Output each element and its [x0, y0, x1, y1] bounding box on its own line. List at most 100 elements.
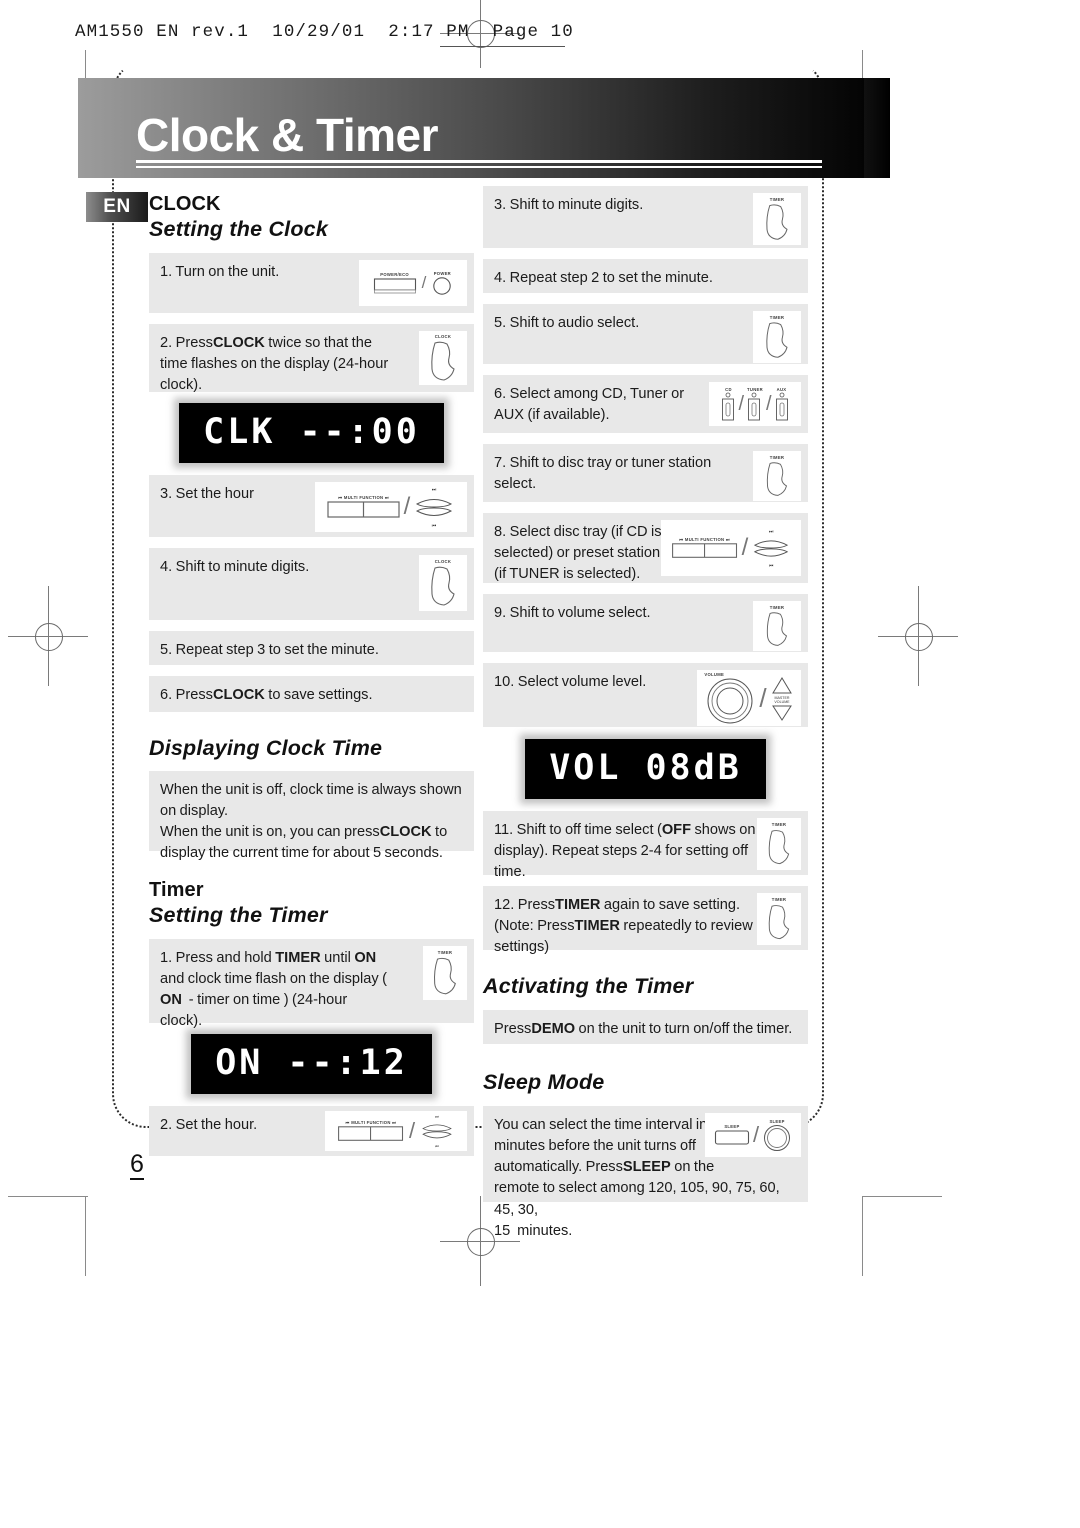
- banner-underline-thick: [136, 160, 822, 163]
- step-text: 5. Shift to audio select.: [494, 315, 640, 331]
- step-row: 2. PressCLOCK twice so that the time fla…: [149, 324, 474, 393]
- step-row: 9. Shift to volume select. TIMER: [483, 594, 808, 652]
- icon-separator-slash: /: [765, 392, 772, 415]
- svg-text:⏭: ⏭: [769, 530, 774, 535]
- lcd-display-wrap: ON --:12: [149, 1034, 474, 1094]
- registration-mark-left: [8, 586, 88, 686]
- power-eco-rect-shape: [373, 277, 416, 293]
- skip-prev-glyph: ⏮: [679, 536, 684, 542]
- multi-function-rect-shape: [671, 542, 737, 558]
- lcd-display-wrap: CLK --:00: [149, 403, 474, 463]
- timer-section-heading: Timer: [149, 879, 204, 901]
- page-title: Clock & Timer: [136, 109, 438, 161]
- step-row: 3. Shift to minute digits. TIMER: [483, 186, 808, 248]
- icon-label-tuner: TUNER: [747, 386, 763, 392]
- step-row: 5. Repeat step 3 to set the minute.: [149, 631, 474, 665]
- language-badge: EN: [86, 192, 148, 222]
- step-row: 7. Shift to disc tray or tuner station s…: [483, 444, 808, 502]
- left-column: CLOCK Setting the Clock 1. Turn on the u…: [149, 193, 474, 1167]
- step-row: 2. Set the hour. ⏮ MULTI FUNCTION ⏭ / ⏭ …: [149, 1106, 474, 1156]
- volume-knob-shape: [707, 678, 753, 723]
- timer-button-icon: TIMER: [753, 311, 801, 363]
- timer-button-shape: [433, 957, 456, 994]
- crop-mark-bottom-left: [85, 1196, 86, 1276]
- step-text: 6. PressCLOCK to save settings.: [160, 687, 373, 703]
- film-header-text: AM1550 EN rev.1 10/29/01 2:17 PM Page 10: [75, 22, 574, 42]
- tuner-button-shape: [748, 392, 760, 420]
- crop-mark-bottom-rule-right: [862, 1196, 942, 1197]
- icon-label-multi-function-text: MULTI FUNCTION: [343, 494, 384, 500]
- lcd-display-wrap: VOL 08dB: [483, 739, 808, 799]
- timer-button-icon: TIMER: [753, 601, 801, 651]
- volume-knob-and-master-volume-icon: VOLUME / MASTER VOLUME: [697, 670, 801, 726]
- icon-separator-slash: /: [759, 682, 767, 713]
- setting-the-clock-subheading: Setting the Clock: [149, 217, 329, 241]
- step-row: 4. Shift to minute digits. CLOCK: [149, 548, 474, 620]
- step-row: 12. PressTIMER again to save setting. (N…: [483, 886, 808, 955]
- step-text: 7. Shift to disc tray or tuner station s…: [494, 455, 712, 493]
- svg-text:⏭: ⏭: [432, 487, 437, 493]
- step-text: 6. Select among CD, Tuner or AUX (if ava…: [494, 386, 685, 424]
- step-row: 11. Shift to off time select (OFF shows …: [483, 811, 808, 880]
- step-text: 8. Select disc tray (if CD is selected) …: [494, 524, 662, 583]
- step-row: 1. Press and hold TIMER until ON and clo…: [149, 939, 474, 1029]
- icon-separator-slash: /: [738, 392, 745, 415]
- multi-function-and-skip-buttons-icon: ⏮ MULTI FUNCTION ⏭ / ⏭ ⏮: [661, 520, 801, 576]
- skip-next-glyph: ⏭: [725, 536, 730, 542]
- icon-separator-slash: /: [421, 273, 427, 292]
- step-text: 1. Turn on the unit.: [160, 264, 280, 280]
- sleep-knob-shape: [764, 1124, 791, 1151]
- timer-button-shape: [766, 203, 788, 240]
- timer-button-shape: [766, 611, 788, 646]
- svg-text:⏮: ⏮: [432, 523, 437, 529]
- icon-label-multi-function: ⏮ MULTI FUNCTION ⏭: [671, 537, 739, 542]
- lcd-display-vol: VOL 08dB: [525, 739, 766, 799]
- lcd-display-clk: CLK --:00: [179, 403, 444, 463]
- page-title-banner-cap: [864, 78, 890, 178]
- timer-button-icon: TIMER: [757, 893, 801, 945]
- clock-button-shape: [431, 566, 455, 606]
- timer-button-shape: [768, 829, 790, 864]
- displaying-clock-text: When the unit is off, clock time is alwa…: [160, 782, 462, 862]
- cd-button-shape: [722, 392, 735, 420]
- clock-button-shape: [431, 341, 455, 381]
- sleep-button-and-knob-icon: SLEEP / SLEEP: [705, 1113, 801, 1157]
- step-row: 6. PressCLOCK to save settings.: [149, 676, 474, 712]
- step-text: 11. Shift to off time select (OFF shows …: [494, 822, 756, 881]
- step-row: 1. Turn on the unit. POWER/ECO / POWER: [149, 253, 474, 313]
- icon-label-multi-function: ⏮ MULTI FUNCTION ⏭: [336, 1120, 406, 1125]
- step-text: 5. Repeat step 3 to set the minute.: [160, 642, 379, 658]
- clock-section-heading: CLOCK: [149, 193, 221, 215]
- activating-timer-body: PressDEMO on the unit to turn on/off the…: [483, 1010, 808, 1044]
- reg-circle: [467, 1228, 495, 1256]
- skip-next-glyph: ⏭: [392, 1119, 397, 1125]
- multi-function-and-skip-buttons-icon: ⏮ MULTI FUNCTION ⏭ / ⏭ ⏮: [325, 1111, 467, 1151]
- icon-separator-slash: /: [403, 493, 411, 520]
- clock-button-icon: CLOCK: [419, 555, 467, 611]
- icon-label-multi-function-text: MULTI FUNCTION: [351, 1119, 391, 1125]
- multi-function-rect-shape: [327, 500, 400, 518]
- registration-mark-right: [878, 586, 958, 686]
- power-eco-and-power-button-icon: POWER/ECO / POWER: [359, 260, 467, 306]
- multi-function-and-skip-buttons-icon: ⏮ MULTI FUNCTION ⏭ / ⏭ ⏮: [315, 482, 467, 532]
- skip-trapezoid-buttons-shape: ⏭ ⏮: [754, 530, 789, 569]
- right-column: 3. Shift to minute digits. TIMER 4. Repe…: [483, 186, 808, 1239]
- banner-underline-thin: [136, 166, 822, 168]
- icon-label-multi-function-text: MULTI FUNCTION: [684, 536, 725, 542]
- step-text: 1. Press and hold TIMER until ON and clo…: [160, 950, 387, 1030]
- sleep-rect-shape: [714, 1129, 749, 1145]
- activating-timer-text: PressDEMO on the unit to turn on/off the…: [494, 1021, 793, 1037]
- step-row: 4. Repeat step 2 to set the minute.: [483, 259, 808, 293]
- sleep-mode-subheading: Sleep Mode: [483, 1070, 605, 1094]
- timer-button-shape: [766, 461, 788, 496]
- page-number: 6: [130, 1150, 144, 1180]
- skip-prev-glyph: ⏮: [345, 1119, 350, 1125]
- icon-separator-slash: /: [408, 1118, 416, 1143]
- aux-button-shape: [775, 392, 788, 420]
- film-header-rule: [440, 46, 565, 47]
- multi-function-rect-shape: [337, 1125, 403, 1141]
- icon-label-power: POWER: [433, 270, 452, 276]
- timer-button-icon: TIMER: [757, 818, 801, 870]
- skip-prev-glyph: ⏮: [338, 494, 343, 500]
- timer-button-shape: [766, 321, 788, 358]
